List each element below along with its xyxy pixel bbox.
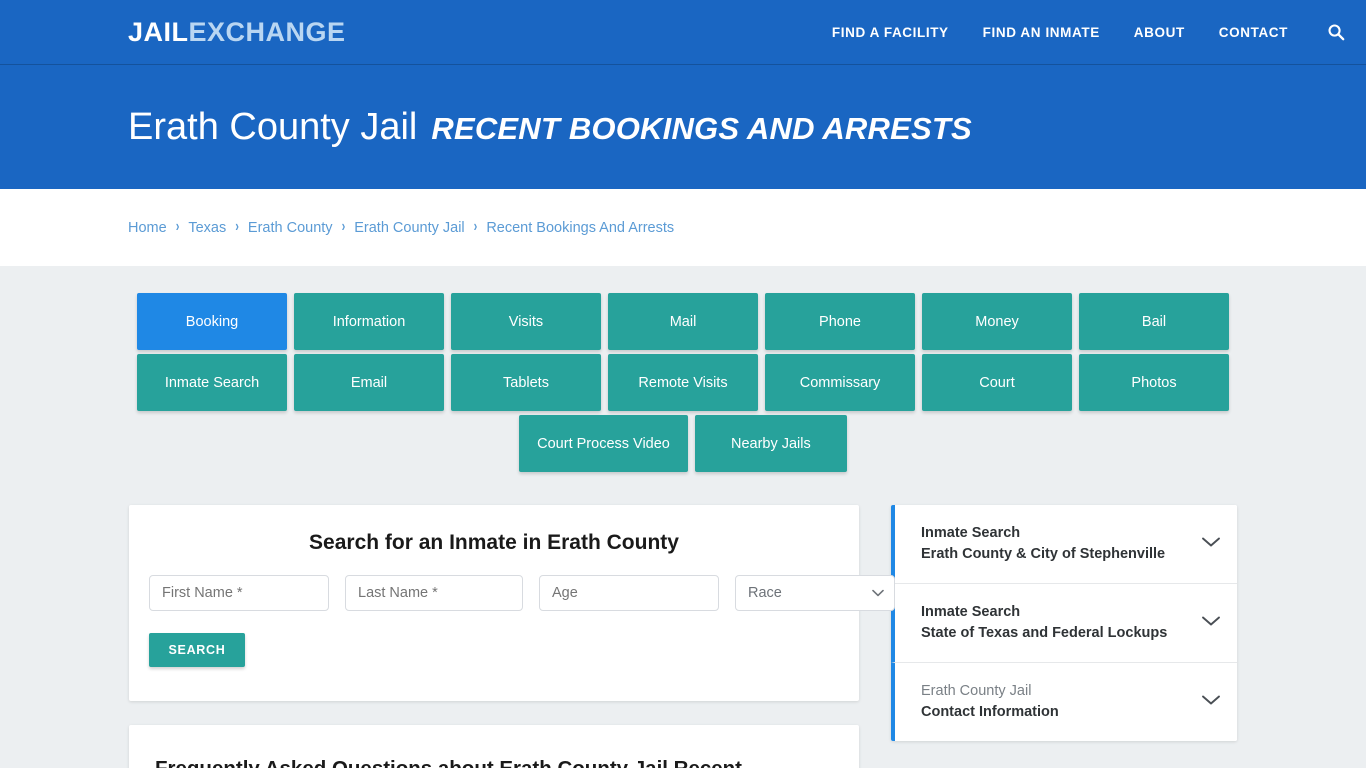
tab-information[interactable]: Information bbox=[294, 293, 444, 350]
page-subtitle: RECENT BOOKINGS AND ARRESTS bbox=[431, 110, 972, 146]
logo-primary-text: JAIL bbox=[128, 16, 189, 47]
nav-item-find-an-inmate[interactable]: FIND AN INMATE bbox=[983, 25, 1100, 40]
tab-money[interactable]: Money bbox=[922, 293, 1072, 350]
accordion-item-inmate-search-county[interactable]: Inmate Search Erath County & City of Ste… bbox=[891, 505, 1237, 585]
tab-court-process-video[interactable]: Court Process Video bbox=[519, 415, 688, 472]
inmate-search-card: Search for an Inmate in Erath County Rac… bbox=[129, 505, 895, 701]
breadcrumb-item-home[interactable]: Home bbox=[128, 220, 167, 236]
chevron-right-icon: › bbox=[175, 218, 180, 236]
hero-inner: Erath County Jail RECENT BOOKINGS AND AR… bbox=[128, 106, 972, 149]
accordion-item-line2: Contact Information bbox=[921, 704, 1059, 721]
accordion-item-line1: Inmate Search bbox=[921, 604, 1021, 621]
accordion-item-inmate-search-state[interactable]: Inmate Search State of Texas and Federal… bbox=[891, 584, 1237, 664]
faq-title: Frequently Asked Questions about Erath C… bbox=[155, 755, 833, 768]
tab-commissary[interactable]: Commissary bbox=[765, 354, 915, 411]
race-select-wrapper: Race bbox=[735, 575, 895, 611]
breadcrumb-item-texas[interactable]: Texas bbox=[188, 220, 226, 236]
nav-item-about[interactable]: ABOUT bbox=[1134, 25, 1185, 40]
tab-booking[interactable]: Booking bbox=[137, 293, 287, 350]
accordion-item-contact-information[interactable]: Erath County Jail Contact Information bbox=[891, 663, 1237, 742]
tab-row-3: Court Process Video Nearby Jails bbox=[137, 415, 1229, 472]
accordion-item-line1: Erath County Jail bbox=[921, 683, 1032, 700]
sidebar-accordion: Inmate Search Erath County & City of Ste… bbox=[891, 505, 1237, 742]
site-logo[interactable]: JAILEXCHANGE bbox=[128, 16, 346, 47]
nav-item-contact[interactable]: CONTACT bbox=[1219, 25, 1288, 40]
nav-item-find-a-facility[interactable]: FIND A FACILITY bbox=[832, 25, 949, 40]
breadcrumb-item-erath-county-jail[interactable]: Erath County Jail bbox=[354, 220, 464, 236]
chevron-down-icon[interactable] bbox=[1201, 535, 1221, 553]
tab-visits[interactable]: Visits bbox=[451, 293, 601, 350]
facility-tab-grid: Booking Information Visits Mail Phone Mo… bbox=[137, 293, 1229, 472]
age-input[interactable] bbox=[539, 575, 719, 611]
race-select[interactable]: Race bbox=[735, 575, 895, 611]
tab-court[interactable]: Court bbox=[922, 354, 1072, 411]
accordion-item-line1: Inmate Search bbox=[921, 525, 1021, 541]
tab-inmate-search[interactable]: Inmate Search bbox=[137, 354, 287, 411]
left-column: Search for an Inmate in Erath County Rac… bbox=[129, 505, 895, 768]
tab-email[interactable]: Email bbox=[294, 354, 444, 411]
tab-mail[interactable]: Mail bbox=[608, 293, 758, 350]
search-fields-row: Race bbox=[149, 575, 895, 611]
tab-bail[interactable]: Bail bbox=[1079, 293, 1229, 350]
chevron-down-icon[interactable] bbox=[1201, 614, 1221, 632]
search-icon[interactable] bbox=[1326, 22, 1346, 42]
breadcrumb-item-erath-county[interactable]: Erath County bbox=[248, 220, 333, 236]
chevron-down-icon[interactable] bbox=[1201, 693, 1221, 711]
logo-secondary-text: EXCHANGE bbox=[188, 16, 346, 47]
tab-photos[interactable]: Photos bbox=[1079, 354, 1229, 411]
chevron-right-icon: › bbox=[341, 218, 346, 236]
page-hero: Erath County Jail RECENT BOOKINGS AND AR… bbox=[0, 65, 1366, 189]
search-submit-button[interactable]: SEARCH bbox=[149, 633, 245, 667]
accordion-item-line2: State of Texas and Federal Lockups bbox=[921, 625, 1168, 642]
last-name-input[interactable] bbox=[345, 575, 523, 611]
accordion-item-text: Inmate Search Erath County & City of Ste… bbox=[921, 523, 1189, 565]
tab-remote-visits[interactable]: Remote Visits bbox=[608, 354, 758, 411]
main-navigation: FIND A FACILITY FIND AN INMATE ABOUT CON… bbox=[832, 22, 1346, 42]
tab-phone[interactable]: Phone bbox=[765, 293, 915, 350]
tab-row-1: Booking Information Visits Mail Phone Mo… bbox=[137, 293, 1229, 350]
accordion-item-text: Inmate Search State of Texas and Federal… bbox=[921, 602, 1189, 644]
main-content: Booking Information Visits Mail Phone Mo… bbox=[0, 266, 1366, 768]
page-title: Erath County Jail bbox=[128, 105, 418, 148]
first-name-input[interactable] bbox=[149, 575, 329, 611]
right-column: Inmate Search Erath County & City of Ste… bbox=[891, 505, 1237, 742]
tab-row-2: Inmate Search Email Tablets Remote Visit… bbox=[137, 354, 1229, 411]
breadcrumb-bar: Home › Texas › Erath County › Erath Coun… bbox=[0, 189, 1366, 266]
faq-card: Frequently Asked Questions about Erath C… bbox=[129, 725, 859, 768]
tab-nearby-jails[interactable]: Nearby Jails bbox=[694, 415, 847, 472]
breadcrumb-item-current: Recent Bookings And Arrests bbox=[486, 219, 675, 236]
tab-tablets[interactable]: Tablets bbox=[451, 354, 601, 411]
search-card-title: Search for an Inmate in Erath County bbox=[309, 531, 679, 554]
chevron-right-icon: › bbox=[235, 218, 239, 236]
breadcrumb: Home › Texas › Erath County › Erath Coun… bbox=[128, 218, 675, 236]
accordion-item-text: Erath County Jail Contact Information bbox=[921, 681, 1189, 723]
chevron-right-icon: › bbox=[473, 218, 478, 236]
site-header: JAILEXCHANGE FIND A FACILITY FIND AN INM… bbox=[0, 0, 1366, 65]
accordion-item-line2: Erath County & City of Stephenville bbox=[921, 546, 1166, 563]
content-columns: Search for an Inmate in Erath County Rac… bbox=[129, 505, 1237, 768]
